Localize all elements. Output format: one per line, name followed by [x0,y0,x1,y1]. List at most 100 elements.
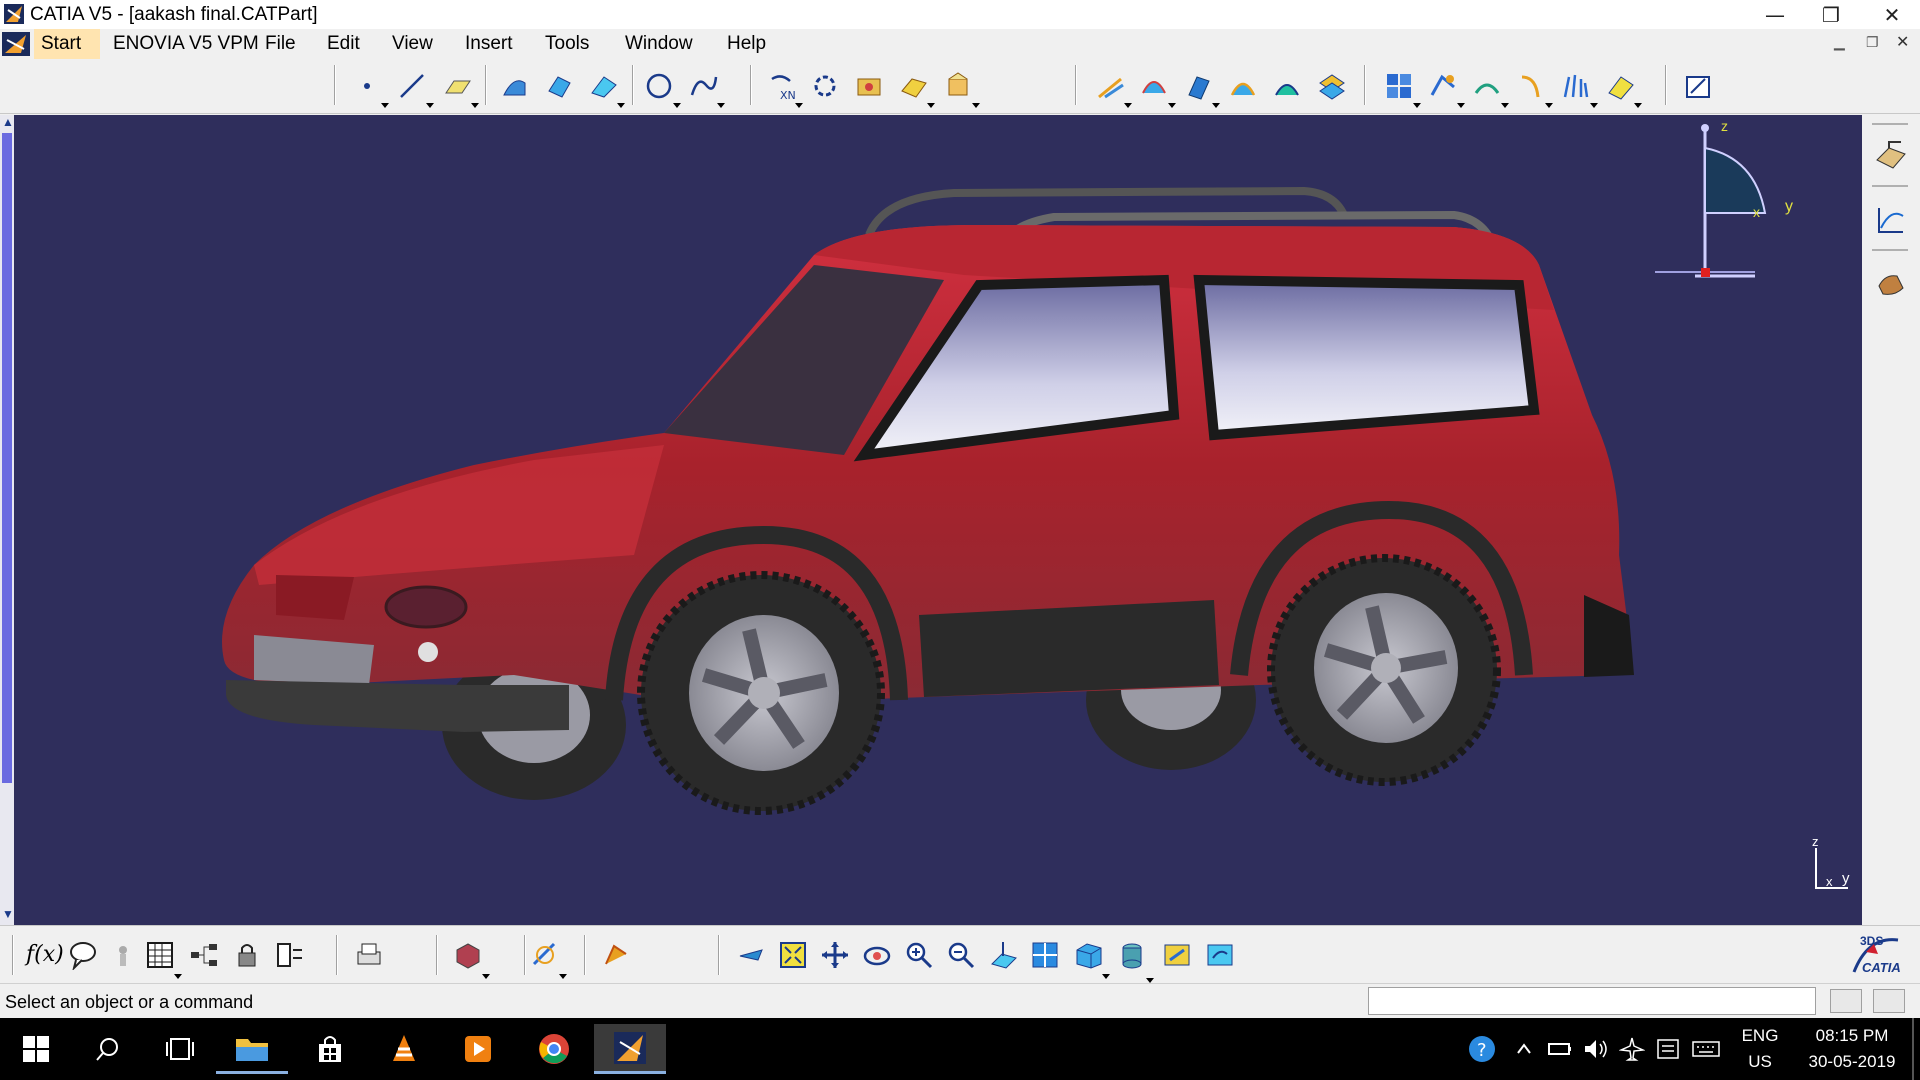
table-icon[interactable] [143,938,177,972]
part-body-icon[interactable] [451,938,485,972]
pan-icon[interactable] [818,938,852,972]
doc-minimize-button[interactable]: ▁ [1834,34,1845,51]
dropdown-arrow-icon[interactable] [673,103,681,108]
show-desktop-button[interactable] [1912,1018,1914,1080]
chrome-icon[interactable] [518,1024,590,1074]
fillet-icon[interactable] [1270,69,1304,103]
dropdown-arrow-icon[interactable] [717,103,725,108]
scroll-up-icon[interactable]: ▲ [2,115,14,129]
dropdown-arrow-icon[interactable] [1501,103,1509,108]
formula-icon[interactable]: f(x) [26,942,64,967]
swap-space-icon[interactable] [1203,938,1237,972]
dropdown-arrow-icon[interactable] [1590,103,1598,108]
join-icon[interactable] [852,69,886,103]
menu-tools[interactable]: Tools [545,33,589,55]
boundary-icon[interactable] [1314,69,1348,103]
status-button-1[interactable] [1830,989,1862,1013]
file-explorer-icon[interactable] [216,1024,288,1074]
minimize-button[interactable]: — [1747,0,1803,29]
comment-icon[interactable] [66,938,100,972]
dropdown-arrow-icon[interactable] [1168,103,1176,108]
shading-icon[interactable] [1115,938,1149,972]
help-tray-icon[interactable]: ? [1462,1024,1502,1074]
fit-all-icon[interactable] [776,938,810,972]
dropdown-arrow-icon[interactable] [471,103,479,108]
catalog-icon[interactable] [528,938,562,972]
hide-show-icon[interactable] [1160,938,1194,972]
menu-insert[interactable]: Insert [465,33,513,55]
clock-time[interactable]: 08:15 PM [1800,1026,1904,1046]
media-player-icon[interactable] [442,1024,514,1074]
dropdown-arrow-icon[interactable] [617,103,625,108]
transform-icon[interactable] [808,69,842,103]
split-icon[interactable] [896,69,930,103]
dropdown-arrow-icon[interactable] [972,103,980,108]
dropdown-arrow-icon[interactable] [1124,103,1132,108]
clock-date[interactable]: 30-05-2019 [1800,1052,1904,1072]
dropdown-arrow-icon[interactable] [1413,103,1421,108]
menu-edit[interactable]: Edit [327,33,360,55]
compass[interactable]: z x y [1655,118,1805,288]
point-icon[interactable] [350,69,384,103]
search-icon[interactable] [72,1024,144,1074]
dropdown-arrow-icon[interactable] [482,974,490,979]
zoom-in-icon[interactable] [902,938,936,972]
region-indicator[interactable]: US [1730,1052,1790,1072]
volume-icon[interactable] [1578,1024,1614,1074]
sketch-plane-icon[interactable] [1874,139,1908,173]
scan-icon[interactable] [598,938,632,972]
command-input[interactable] [1368,987,1816,1015]
scroll-thumb[interactable] [2,133,12,783]
windows-start-icon[interactable] [0,1024,72,1074]
dropdown-arrow-icon[interactable] [1212,103,1220,108]
menu-file[interactable]: File [265,33,296,55]
dropdown-arrow-icon[interactable] [1102,974,1110,979]
chevron-up-icon[interactable] [1506,1024,1542,1074]
print-icon[interactable] [352,938,386,972]
iso-view-icon[interactable] [1071,938,1105,972]
rotate-icon[interactable] [860,938,894,972]
draft-analysis-icon[interactable] [1514,69,1548,103]
graph-icon[interactable] [1874,203,1908,237]
sweep-icon[interactable] [1137,69,1171,103]
dropdown-arrow-icon[interactable] [1457,103,1465,108]
restore-button[interactable]: ❐ [1803,0,1859,29]
dropdown-arrow-icon[interactable] [795,103,803,108]
menu-enovia[interactable]: ENOVIA V5 VPM [113,33,259,55]
knowledge-icon[interactable] [106,938,140,972]
multi-view-icon[interactable] [1382,69,1416,103]
lock-icon[interactable] [230,938,264,972]
sketcher-icon[interactable] [1681,69,1715,103]
vertical-scrollbar[interactable]: ▲ ▼ [0,115,14,925]
dropdown-arrow-icon[interactable] [1545,103,1553,108]
spline-icon[interactable] [686,69,720,103]
keyboard-icon[interactable] [1686,1024,1726,1074]
store-icon[interactable] [294,1024,366,1074]
car-model[interactable] [14,115,1862,925]
doc-restore-button[interactable]: ❐ [1866,34,1879,51]
menu-help[interactable]: Help [727,33,766,55]
dropdown-arrow-icon[interactable] [927,103,935,108]
multi-view-icon[interactable] [1028,938,1062,972]
battery-icon[interactable] [1542,1024,1578,1074]
line-icon[interactable] [395,69,429,103]
task-view-icon[interactable] [144,1024,216,1074]
menu-window[interactable]: Window [625,33,693,55]
status-button-2[interactable] [1873,989,1905,1013]
dropdown-arrow-icon[interactable] [426,103,434,108]
dropdown-arrow-icon[interactable] [174,974,182,979]
menu-view[interactable]: View [392,33,433,55]
scroll-down-icon[interactable]: ▼ [2,907,14,921]
fill-surface-icon[interactable] [1093,69,1127,103]
dropdown-arrow-icon[interactable] [1634,103,1642,108]
normal-view-icon[interactable] [986,938,1020,972]
3d-viewport[interactable] [14,115,1862,925]
offset-surface-icon[interactable] [586,69,620,103]
dropdown-arrow-icon[interactable] [559,974,567,979]
revolve-surface-icon[interactable] [542,69,576,103]
analysis-icon[interactable] [1426,69,1460,103]
extrude-surface-icon[interactable] [497,69,531,103]
multi-section-icon[interactable] [1181,69,1215,103]
doc-close-button[interactable]: ✕ [1896,32,1909,52]
tree-icon[interactable] [187,938,221,972]
